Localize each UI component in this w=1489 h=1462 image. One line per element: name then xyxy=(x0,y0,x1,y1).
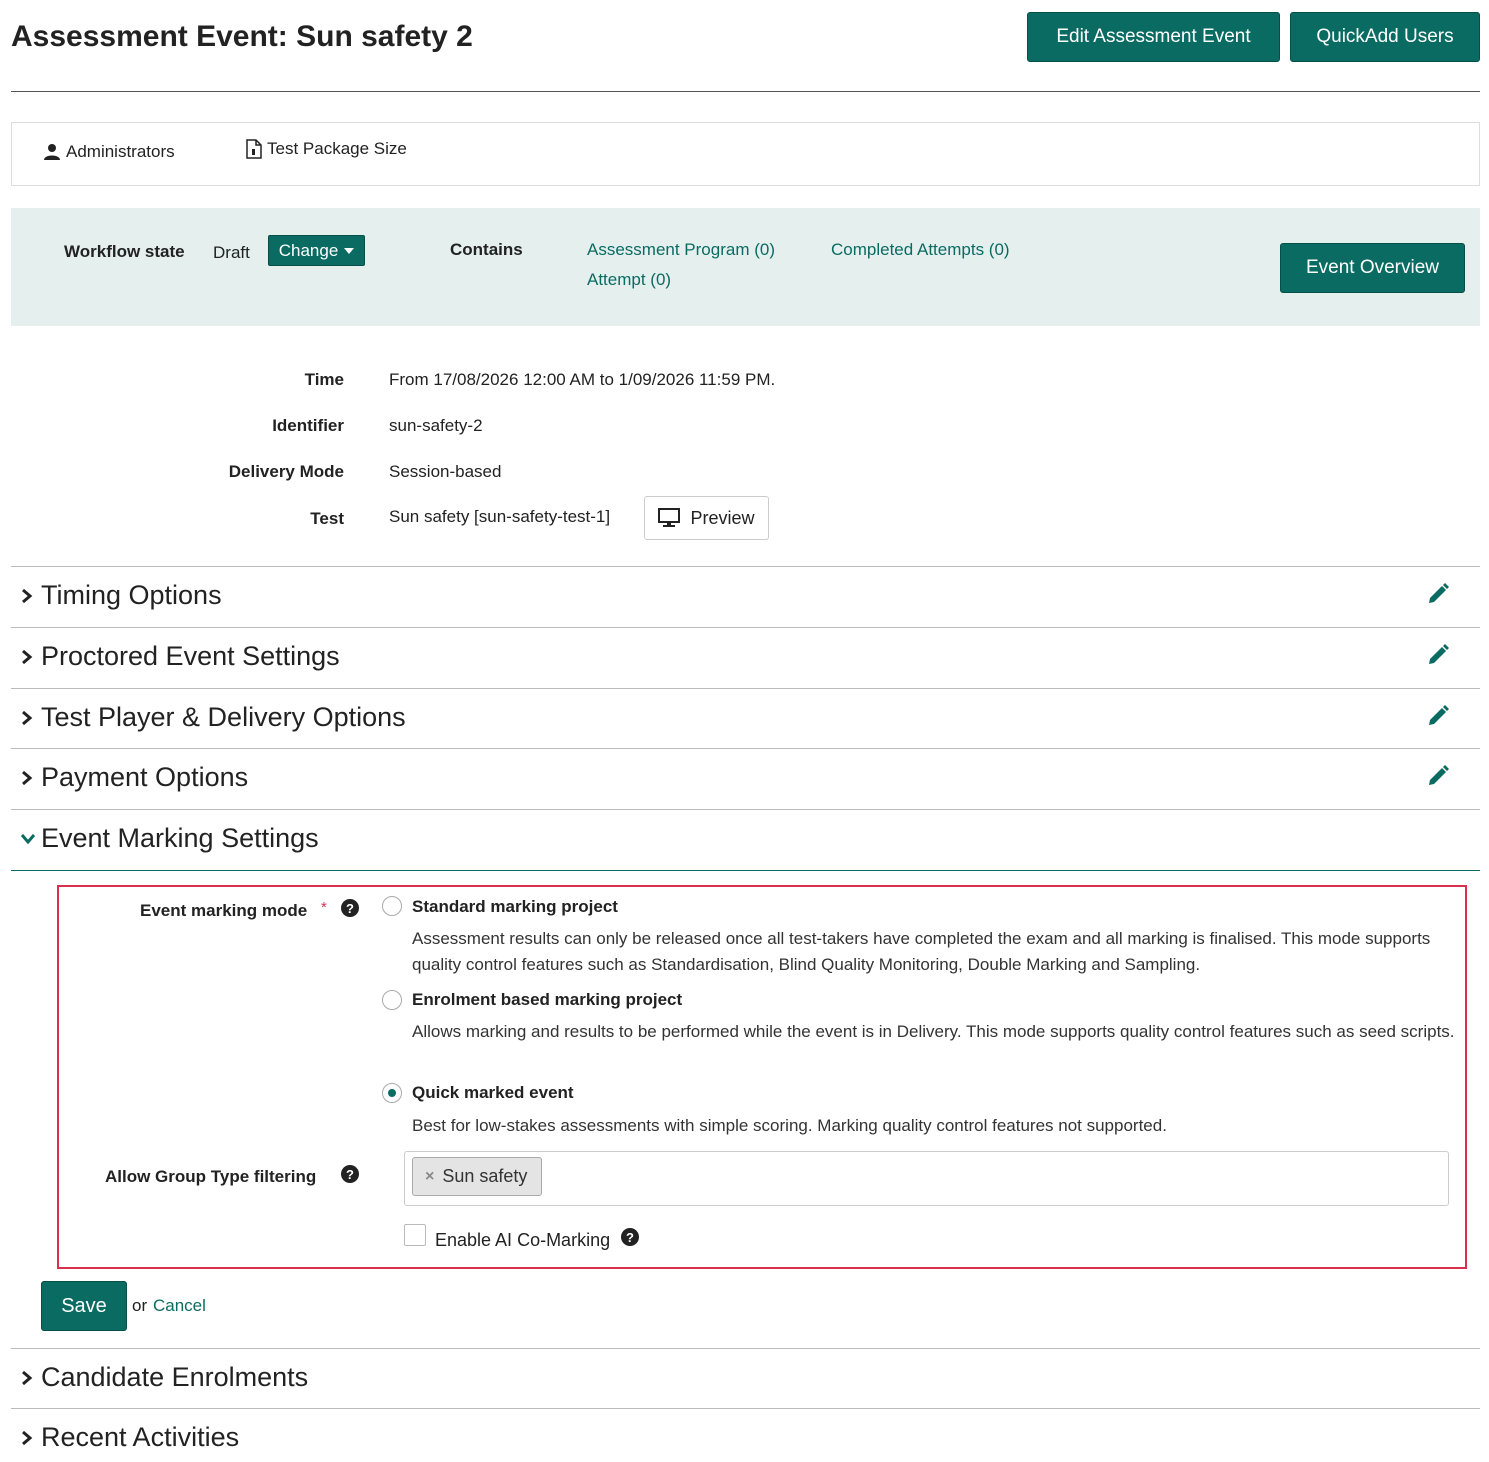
section-title: Test Player & Delivery Options xyxy=(41,702,406,732)
pencil-icon[interactable] xyxy=(1426,643,1450,667)
workflow-panel: Workflow state Draft Change Contains Ass… xyxy=(11,208,1480,326)
chevron-right-icon xyxy=(22,770,33,786)
section-title: Timing Options xyxy=(41,580,222,610)
attempt-link[interactable]: Attempt (0) xyxy=(587,270,671,290)
tab-test-package-size[interactable]: Test Package Size xyxy=(246,139,407,159)
preview-button[interactable]: Preview xyxy=(644,496,769,540)
section-payment-options[interactable]: Payment Options xyxy=(11,748,1480,808)
help-icon[interactable]: ? xyxy=(341,1165,359,1183)
event-marking-mode-label: Event marking mode xyxy=(140,901,308,920)
tab-label: Administrators xyxy=(66,142,175,161)
section-title: Proctored Event Settings xyxy=(41,641,340,671)
radio-standard-marking[interactable] xyxy=(382,896,402,916)
event-overview-button[interactable]: Event Overview xyxy=(1280,243,1465,293)
option-quick-title: Quick marked event xyxy=(412,1083,574,1102)
assessment-program-link[interactable]: Assessment Program (0) xyxy=(587,240,775,260)
ai-co-marking-label: Enable AI Co-Marking xyxy=(435,1230,611,1250)
time-label: Time xyxy=(304,370,344,389)
radio-quick-marked[interactable] xyxy=(382,1083,402,1103)
identifier-value: sun-safety-2 xyxy=(389,416,483,435)
section-title: Candidate Enrolments xyxy=(41,1362,309,1392)
chevron-right-icon xyxy=(22,1430,33,1446)
option-standard-desc: Assessment results can only be released … xyxy=(412,929,1431,974)
group-chip: × Sun safety xyxy=(412,1157,542,1196)
section-candidate-enrolments[interactable]: Candidate Enrolments xyxy=(11,1348,1480,1408)
help-icon[interactable]: ? xyxy=(341,899,359,917)
change-state-button[interactable]: Change xyxy=(268,235,365,266)
test-link[interactable]: Sun safety [sun-safety-test-1] xyxy=(389,507,610,527)
change-label: Change xyxy=(278,240,339,260)
file-icon xyxy=(246,139,262,159)
chevron-right-icon xyxy=(22,1370,33,1386)
required-asterisk: * xyxy=(321,899,327,916)
contains-label: Contains xyxy=(450,240,523,259)
section-event-marking-settings[interactable]: Event Marking Settings xyxy=(11,809,1480,871)
quickadd-users-button[interactable]: QuickAdd Users xyxy=(1290,12,1480,62)
tab-label: Test Package Size xyxy=(267,139,407,158)
group-type-filter-label: Allow Group Type filtering xyxy=(105,1167,317,1186)
remove-chip-icon[interactable]: × xyxy=(425,1168,434,1186)
header-divider xyxy=(11,91,1480,92)
cancel-link[interactable]: Cancel xyxy=(153,1296,206,1316)
edit-assessment-event-button[interactable]: Edit Assessment Event xyxy=(1027,12,1280,62)
user-icon xyxy=(44,144,60,160)
section-recent-activities[interactable]: Recent Activities xyxy=(11,1408,1480,1462)
pencil-icon[interactable] xyxy=(1426,764,1450,788)
chevron-right-icon xyxy=(22,649,33,665)
tab-administrators[interactable]: Administrators xyxy=(43,142,175,162)
ai-co-marking-checkbox[interactable] xyxy=(404,1224,426,1246)
page-title: Assessment Event: Sun safety 2 xyxy=(11,20,473,53)
section-title: Payment Options xyxy=(41,762,249,792)
or-text: or xyxy=(132,1296,148,1315)
radio-enrolment-marking[interactable] xyxy=(382,990,402,1010)
section-title: Event Marking Settings xyxy=(41,823,319,853)
preview-label: Preview xyxy=(690,507,755,528)
completed-attempts-link[interactable]: Completed Attempts (0) xyxy=(831,240,1010,260)
workflow-state-label: Workflow state xyxy=(64,242,185,261)
option-quick-desc: Best for low-stakes assessments with sim… xyxy=(412,1116,1167,1135)
caret-down-icon xyxy=(344,247,355,254)
pencil-icon[interactable] xyxy=(1426,704,1450,728)
workflow-state-value: Draft xyxy=(213,243,250,262)
delivery-mode-label: Delivery Mode xyxy=(228,462,344,481)
chevron-right-icon xyxy=(22,588,33,604)
chevron-down-icon xyxy=(20,834,36,845)
option-enrolment-title: Enrolment based marking project xyxy=(412,990,683,1009)
group-type-select[interactable]: × Sun safety xyxy=(404,1151,1449,1206)
chevron-right-icon xyxy=(22,710,33,726)
identifier-label: Identifier xyxy=(272,416,344,435)
section-title: Recent Activities xyxy=(41,1422,240,1452)
help-icon[interactable]: ? xyxy=(621,1228,639,1246)
event-tabs: Administrators Test Package Size xyxy=(11,122,1480,186)
test-label: Test xyxy=(310,509,344,528)
section-timing-options[interactable]: Timing Options xyxy=(11,566,1480,626)
chip-label: Sun safety xyxy=(442,1166,528,1186)
pencil-icon[interactable] xyxy=(1426,582,1450,606)
option-enrolment-desc: Allows marking and results to be perform… xyxy=(412,1022,1455,1041)
save-button[interactable]: Save xyxy=(41,1281,127,1331)
section-proctored-event-settings[interactable]: Proctored Event Settings xyxy=(11,627,1480,687)
option-standard-title: Standard marking project xyxy=(412,897,618,916)
delivery-mode-value: Session-based xyxy=(389,462,502,481)
section-test-player-delivery-options[interactable]: Test Player & Delivery Options xyxy=(11,688,1480,748)
monitor-icon xyxy=(658,508,681,527)
time-value: From 17/08/2026 12:00 AM to 1/09/2026 11… xyxy=(389,370,776,389)
